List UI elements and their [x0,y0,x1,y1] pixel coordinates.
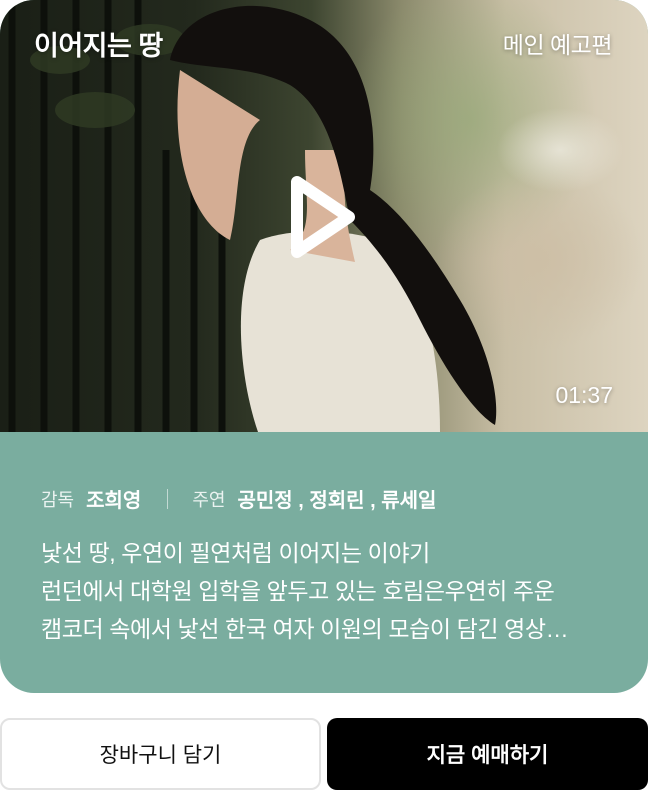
cast-label: 주연 [192,489,226,510]
book-now-button[interactable]: 지금 예매하기 [327,718,648,790]
trailer-label: 메인 예고편 [502,32,613,58]
credits-row: 감독 조희영 주연 공민정 , 정회린 , 류세일 [41,484,436,513]
add-to-cart-button[interactable]: 장바구니 담기 [0,718,321,790]
description-line: 낯선 땅, 우연이 필연처럼 이어지는 이야기 [41,540,430,566]
play-icon[interactable] [283,172,359,262]
trailer-video[interactable]: 이어지는 땅 메인 예고편 01:37 [0,0,648,432]
movie-card: 이어지는 땅 메인 예고편 01:37 감독 조희영 주연 공민정 , 정회린 … [0,0,648,693]
video-duration: 01:37 [555,382,613,408]
add-to-cart-label: 장바구니 담기 [99,744,222,767]
movie-info: 감독 조희영 주연 공민정 , 정회린 , 류세일 낯선 땅, 우연이 필연처럼… [0,432,648,693]
description-line: 런던에서 대학원 입학을 앞두고 있는 호림은우연히 주운 [41,578,555,604]
book-now-label: 지금 예매하기 [426,744,549,767]
director-label: 감독 [41,489,75,510]
director-name: 조희영 [86,490,142,512]
description-line: 캠코더 속에서 낯선 한국 여자 이원의 모습이 담긴 영상… [41,616,569,642]
movie-description: 낯선 땅, 우연이 필연처럼 이어지는 이야기 런던에서 대학원 입학을 앞두고… [41,534,611,648]
credits-divider [167,488,169,509]
movie-title: 이어지는 땅 [34,31,163,61]
cast-names: 공민정 , 정회린 , 류세일 [237,490,437,512]
